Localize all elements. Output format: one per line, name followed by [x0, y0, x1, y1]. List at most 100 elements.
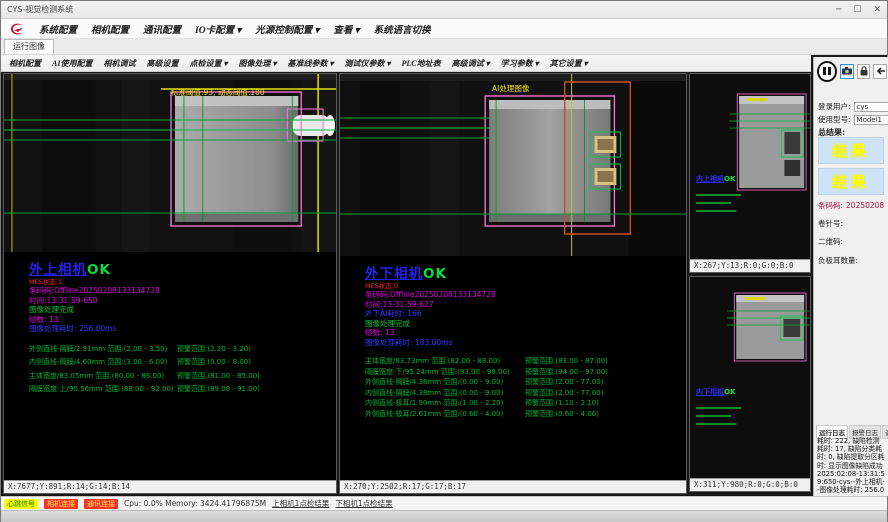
- menu-item-io-config[interactable]: IO卡配置 ▾: [195, 22, 241, 36]
- close-icon[interactable]: ✕: [873, 1, 881, 19]
- process-done-line: 图像处理完成: [29, 305, 336, 315]
- toolbar-learning-params[interactable]: 学习参数 ▾: [501, 58, 539, 69]
- ai-image-label: AI处理图像: [492, 83, 529, 94]
- footer-strip: [1, 510, 887, 522]
- camera-view-inner-upper[interactable]: 内上相机OK: [690, 74, 810, 260]
- measurement-value: 隔膜宽度-下/95.24mm 范围:(93.00 - 98.00): [365, 367, 525, 378]
- result-display-2: 结果: [818, 168, 884, 195]
- menu-item-view[interactable]: 查看 ▾: [333, 22, 359, 36]
- camera-image-outer-upper: [4, 74, 336, 252]
- window-title: CYS-视觉检测系统: [7, 4, 73, 15]
- measurement-value: 隔膜宽度-上/90.56mm 范围:(88.00 - 92.00): [29, 383, 177, 397]
- barcode-line: 条码码:Offline20250208133134728: [29, 286, 336, 296]
- heartbeat-status-badge: 心跳信号: [4, 499, 38, 509]
- camera-image-outer-lower: [340, 74, 686, 256]
- menu-item-system-config[interactable]: 系统配置: [39, 22, 77, 36]
- measurement-list: 外侧直线-隔膜/2.91mm 范围:(2.00 - 3.50)预警范围:(2.2…: [29, 343, 336, 397]
- time-line: 时间:13-31-59-627: [365, 300, 686, 310]
- time-line: 时间:13-31-59-650: [29, 296, 336, 306]
- login-user-label: 登录用户:: [818, 101, 851, 112]
- camera-name-label: 内上相机: [696, 175, 724, 183]
- measurement-value: 主体宽度/83.05mm 范围:(80.00 - 86.00): [29, 370, 177, 384]
- measurement-value: 外侧直线-隔膜/2.91mm 范围:(2.00 - 3.50): [29, 343, 177, 357]
- pixel-coords-readout: X:270;Y:2502;R:17;G:17;B:17: [340, 480, 686, 493]
- pause-button[interactable]: [817, 61, 837, 82]
- menu-item-camera-config[interactable]: 相机配置: [91, 22, 129, 36]
- toolbar: 相机配置 AI使用配置 相机调试 高级设置 点检设置 ▾ 图像处理 ▾ 基准线参…: [1, 55, 811, 72]
- negative-tab-count-label: 负极耳数量:: [818, 255, 858, 266]
- qrcode-label: 二维码:: [818, 236, 843, 247]
- menu-item-comm-config[interactable]: 通讯配置: [143, 22, 181, 36]
- comm-connection-badge: 通讯连接: [84, 499, 118, 509]
- warning-range: 预警范围:(0.60 - 4.00): [525, 409, 599, 420]
- warning-range: 预警范围:(2.20 - 3.20): [177, 343, 251, 357]
- frame-count-line: 帧数: 13: [365, 328, 686, 338]
- camera-panel-outer-upper: 标准阈值:93, 动态阈值:100 外上相机OK MES状态:1 条码码:Off…: [3, 73, 337, 494]
- warning-range: 预警范围:(89.00 - 91.00): [177, 383, 260, 397]
- menu-item-language[interactable]: 系统语言切换: [374, 22, 431, 36]
- tab-run-image[interactable]: 运行图像: [4, 39, 54, 54]
- camera-view-outer-lower[interactable]: AI处理图像: [340, 74, 686, 256]
- camera-result-title: 外下相机OK: [365, 262, 686, 282]
- toolbar-plc-address[interactable]: PLC地址表: [402, 58, 441, 69]
- camera-view-inner-lower[interactable]: 内下相机OK: [690, 277, 810, 479]
- process-time-line: 图像处理耗时: 256.00ms: [29, 324, 336, 334]
- process-time-line: 图像处理耗时: 183.00ms: [365, 338, 686, 348]
- mini-result-label: 内下相机OK: [696, 387, 735, 397]
- toolbar-spot-check[interactable]: 点检设置 ▾: [189, 58, 227, 69]
- back-arrow-button[interactable]: [873, 64, 887, 79]
- toolbar-tester-params[interactable]: 测试仪参数 ▾: [345, 58, 391, 69]
- warning-range: 预警范围:(0.00 - 8.00): [177, 356, 251, 370]
- menu-bar: 系统配置 相机配置 通讯配置 IO卡配置 ▾ 光源控制配置 ▾ 查看 ▾ 系统语…: [1, 19, 887, 39]
- measurement-value: 主体宽度/83.73mm 范围:(82.00 - 88.00): [365, 356, 525, 367]
- warning-range: 预警范围:(2.00 - 77.00): [525, 377, 603, 388]
- camera-name-label: 内下相机: [696, 388, 724, 396]
- camera-panel-outer-lower: AI处理图像 外下相机OK MES状态:0 条码码:Offline2025020…: [339, 73, 687, 494]
- mini-result-label: 内上相机OK: [696, 174, 735, 184]
- maximize-icon[interactable]: ☐: [853, 1, 861, 19]
- app-logo-icon: [9, 22, 25, 36]
- measurement-value: 内侧直线-隔膜/4.38mm 范围:(0.00 - 9.00): [365, 388, 525, 399]
- camera-icon: [842, 67, 852, 75]
- app-window: CYS-视觉检测系统 ─ ☐ ✕ 系统配置 相机配置 通讯配置 IO卡配置 ▾ …: [0, 0, 888, 522]
- barcode-line: 条码码:Offline20250208133134728: [365, 290, 686, 300]
- menu-item-light-config[interactable]: 光源控制配置 ▾: [255, 22, 319, 36]
- lock-icon-button[interactable]: [857, 64, 871, 79]
- lock-icon: [860, 66, 868, 76]
- tab-strip: 运行图像: [1, 39, 887, 55]
- toolbar-other-settings[interactable]: 其它设置 ▾: [550, 58, 588, 69]
- toolbar-camera-config[interactable]: 相机配置: [9, 58, 41, 69]
- toolbar-baseline-params[interactable]: 基准线参数 ▾: [287, 58, 333, 69]
- sidebar-barcode-value: 20250208: [846, 201, 884, 210]
- camera-image-inner-lower: [690, 277, 810, 479]
- sidebar-icon-row: [817, 59, 887, 83]
- sidebar: 登录用户: cys 使用型号: Model1 总结果: 结果 结果 条码码: 2…: [813, 57, 888, 496]
- login-user-field[interactable]: cys: [854, 102, 888, 112]
- camera-connection-badge: 相机连接: [44, 499, 78, 509]
- measurement-row: 主体宽度/83.05mm 范围:(80.00 - 86.00)预警范围:(81.…: [29, 370, 336, 384]
- toolbar-ai-config[interactable]: AI使用配置: [52, 58, 92, 69]
- sidebar-barcode-label: 条码码:: [818, 200, 843, 211]
- title-bar: CYS-视觉检测系统 ─ ☐ ✕: [1, 1, 887, 19]
- warning-range: 预警范围:(94.00 - 97.00): [525, 367, 608, 378]
- process-done-line: 图像处理完成: [365, 319, 686, 329]
- toolbar-image-process[interactable]: 图像处理 ▾: [238, 58, 276, 69]
- warning-range: 预警范围:(1.10 - 2.10): [525, 398, 599, 409]
- upper-camera-check-link[interactable]: 上相机1点检结果: [272, 498, 329, 509]
- threshold-label: 标准阈值:93, 动态阈值:100: [171, 87, 265, 98]
- camera-icon-button[interactable]: [840, 64, 854, 79]
- camera-view-outer-upper[interactable]: 标准阈值:93, 动态阈值:100: [4, 74, 336, 252]
- toolbar-camera-debug[interactable]: 相机调试: [103, 58, 135, 69]
- status-bar: 心跳信号 相机连接 通讯连接 Cpu: 0.0% Memory: 3424.41…: [1, 496, 887, 510]
- camera-image-inner-upper: [690, 74, 810, 260]
- main-area: 标准阈值:93, 动态阈值:100 外上相机OK MES状态:1 条码码:Off…: [1, 72, 888, 496]
- lower-camera-check-link[interactable]: 下相机1点检结果: [335, 498, 392, 509]
- toolbar-advanced-debug[interactable]: 高级调试 ▾: [452, 58, 490, 69]
- camera-panel-inner-lower: 内下相机OK X:311;Y:980;R:0;G:0;B:0: [689, 276, 811, 492]
- model-field[interactable]: Model1: [854, 115, 888, 125]
- minimize-icon[interactable]: ─: [836, 1, 841, 19]
- result-display-1: 结果: [818, 137, 884, 164]
- measurement-value: 内侧直线-隔膜/4.60mm 范围:(3.00 - 6.00): [29, 356, 177, 370]
- measurement-row: 主体宽度/83.73mm 范围:(82.00 - 88.00)预警范围:(83.…: [365, 356, 686, 367]
- toolbar-advanced-settings[interactable]: 高级设置: [146, 58, 178, 69]
